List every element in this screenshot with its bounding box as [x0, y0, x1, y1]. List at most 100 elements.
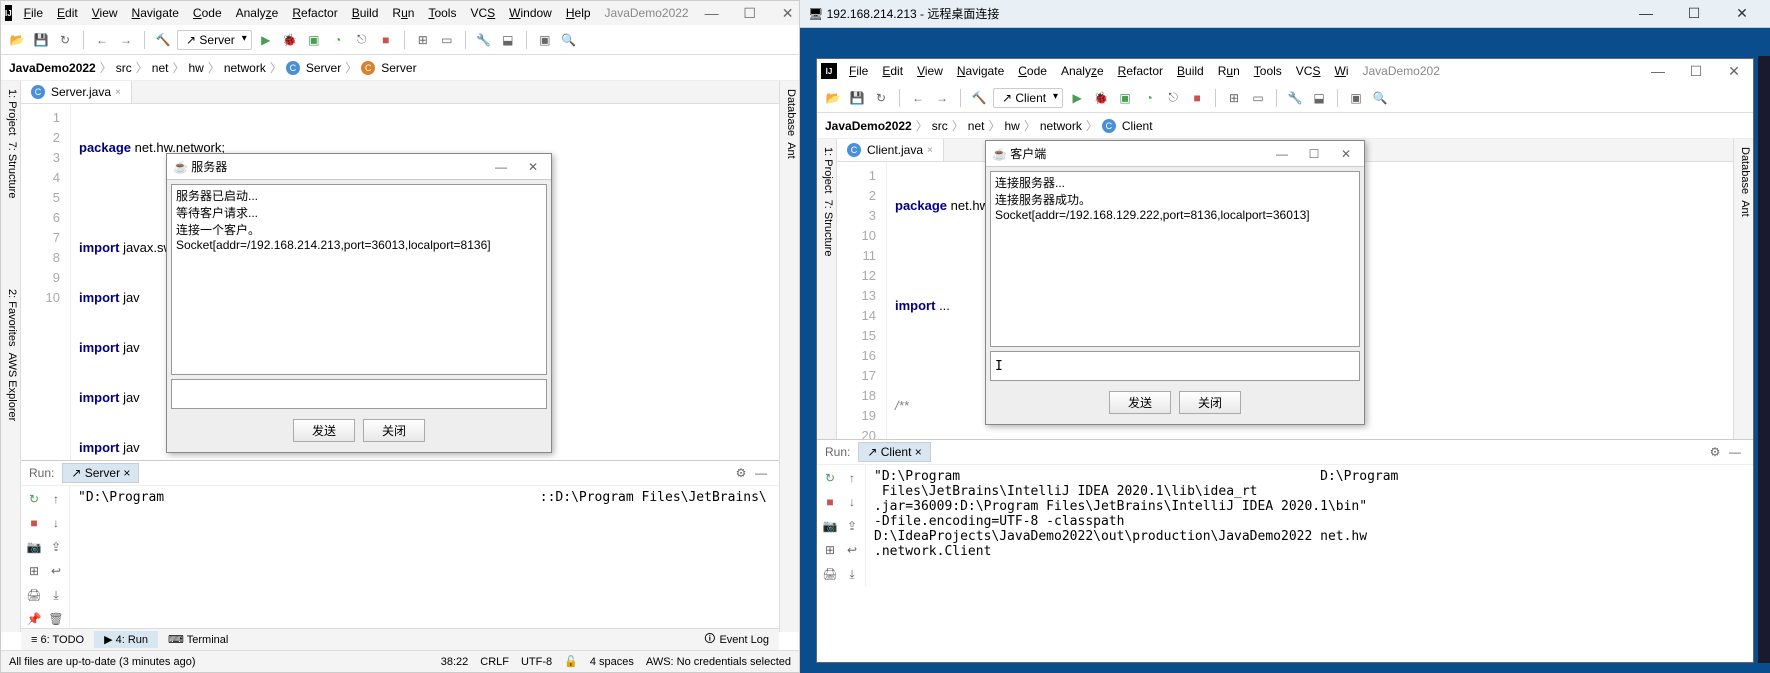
refresh-icon[interactable]: ↻ — [871, 88, 891, 108]
run-config-dropdown[interactable]: ↗ Server — [177, 30, 252, 50]
run-tab[interactable]: ↗ Server × — [62, 463, 139, 483]
export-icon[interactable]: ⇪ — [45, 536, 67, 558]
tab-terminal[interactable]: ⌨ Terminal — [158, 631, 238, 648]
menu-analyze[interactable]: Analyze — [230, 4, 285, 22]
print-icon[interactable]: 🖨 — [819, 563, 841, 585]
camera-icon[interactable]: 📷 — [819, 515, 841, 537]
structure-icon[interactable]: ⊞ — [413, 30, 433, 50]
dialog-output[interactable]: 连接服务器... 连接服务器成功。 Socket[addr=/192.168.1… — [990, 171, 1360, 347]
tab-server[interactable]: C Server.java × — [21, 81, 132, 103]
search-icon[interactable]: 🔍 — [559, 30, 579, 50]
indent[interactable]: 4 spaces — [590, 656, 634, 668]
menu-run[interactable]: Run — [386, 4, 420, 22]
menu-run[interactable]: Run — [1212, 62, 1246, 80]
crumb[interactable]: network — [1040, 119, 1082, 133]
up-icon[interactable]: ↑ — [45, 488, 67, 510]
crumb[interactable]: net — [968, 119, 985, 133]
hammer-icon[interactable]: 🔨 — [969, 88, 989, 108]
hammer-icon[interactable]: 🔨 — [153, 30, 173, 50]
save-icon[interactable]: 💾 — [847, 88, 867, 108]
search-icon[interactable]: 🔍 — [1370, 88, 1390, 108]
crumb[interactable]: hw — [1004, 119, 1019, 133]
sdk-icon[interactable]: ⬓ — [1309, 88, 1329, 108]
maximize-icon[interactable]: ☐ — [735, 5, 765, 22]
close-icon[interactable]: ✕ — [1722, 5, 1762, 22]
attach-icon[interactable]: ⎋ — [352, 30, 372, 50]
coverage-icon[interactable]: ▣ — [304, 30, 324, 50]
sdk-icon[interactable]: ⬓ — [498, 30, 518, 50]
dialog-input[interactable] — [171, 379, 547, 409]
lock-icon[interactable]: 🔓 — [564, 655, 578, 668]
stop-icon[interactable]: ■ — [819, 491, 841, 513]
menu-tools[interactable]: Tools — [1248, 62, 1288, 80]
up-icon[interactable]: ↑ — [841, 467, 863, 489]
layout-icon[interactable]: ⊞ — [23, 560, 45, 582]
close-button[interactable]: 关闭 — [363, 419, 425, 442]
dialog-input[interactable]: I — [990, 351, 1360, 381]
menu-file[interactable]: File — [843, 62, 874, 80]
sidebar-right[interactable]: Database Ant — [1733, 139, 1753, 439]
minimize-icon[interactable]: — — [697, 5, 727, 22]
run-tab[interactable]: ↗ Client × — [858, 442, 930, 462]
run-output[interactable]: "D:\Program D:\Program Files\JetBrains\I… — [866, 465, 1753, 587]
crumb-root[interactable]: JavaDemo2022 — [825, 119, 912, 133]
wrap-icon[interactable]: ↩ — [841, 539, 863, 561]
gear-icon[interactable]: ⚙ — [1705, 442, 1725, 462]
dialog-min-icon[interactable]: — — [489, 160, 513, 174]
maximize-icon[interactable]: ☐ — [1681, 63, 1711, 80]
crumb[interactable]: src — [932, 119, 948, 133]
coverage-icon[interactable]: ▣ — [1115, 88, 1135, 108]
wrench-icon[interactable]: 🔧 — [474, 30, 494, 50]
menu-help[interactable]: Help — [560, 4, 597, 22]
menu-edit[interactable]: Edit — [876, 62, 909, 80]
stop-icon[interactable]: ■ — [23, 512, 45, 534]
layout-icon[interactable]: ⊞ — [819, 539, 841, 561]
menu-navigate[interactable]: Navigate — [951, 62, 1010, 80]
menu-vcs[interactable]: VCS — [464, 4, 501, 22]
back-icon[interactable]: ← — [92, 30, 112, 50]
scroll-icon[interactable]: ⤓ — [45, 584, 67, 606]
crumb-root[interactable]: JavaDemo2022 — [9, 61, 96, 75]
rerun-icon[interactable]: ↻ — [23, 488, 45, 510]
tab-run[interactable]: ▶ 4: Run — [94, 631, 158, 648]
dialog-min-icon[interactable]: — — [1270, 147, 1294, 161]
encoding[interactable]: UTF-8 — [521, 656, 552, 668]
dialog-close-icon[interactable]: ✕ — [521, 160, 545, 174]
menu-analyze[interactable]: Analyze — [1055, 62, 1110, 80]
dialog-max-icon[interactable]: ☐ — [1302, 147, 1326, 161]
max-icon[interactable]: ☐ — [1674, 5, 1714, 22]
crumb[interactable]: Server — [381, 61, 416, 75]
menu-file[interactable]: File — [18, 4, 49, 22]
send-button[interactable]: 发送 — [293, 419, 355, 442]
export-icon[interactable]: ⇪ — [841, 515, 863, 537]
send-button[interactable]: 发送 — [1109, 391, 1171, 414]
avd-icon[interactable]: ▭ — [437, 30, 457, 50]
aws-status[interactable]: AWS: No credentials selected — [646, 656, 791, 668]
menu-window[interactable]: Wi — [1328, 62, 1354, 80]
dialog-close-icon[interactable]: ✕ — [1334, 147, 1358, 161]
wrench-icon[interactable]: 🔧 — [1285, 88, 1305, 108]
attach-icon[interactable]: ⎋ — [1163, 88, 1183, 108]
tab-close-icon[interactable]: × — [927, 145, 933, 156]
dialog-titlebar[interactable]: ☕ 服务器 —✕ — [167, 154, 551, 180]
run-output[interactable]: "D:\Program ::D:\Program Files\JetBrains… — [70, 486, 779, 632]
stop-icon[interactable]: ■ — [1187, 88, 1207, 108]
sidebar-favorites[interactable]: 2: Favorites AWS Explorer — [1, 281, 21, 481]
menu-view[interactable]: View — [911, 62, 949, 80]
menu-tools[interactable]: Tools — [422, 4, 462, 22]
forward-icon[interactable]: → — [116, 30, 136, 50]
back-icon[interactable]: ← — [908, 88, 928, 108]
refresh-icon[interactable]: ↻ — [55, 30, 75, 50]
open-icon[interactable]: 📂 — [823, 88, 843, 108]
stop-icon[interactable]: ■ — [376, 30, 396, 50]
debug-icon[interactable]: 🐞 — [280, 30, 300, 50]
menu-refactor[interactable]: Refactor — [286, 4, 343, 22]
rerun-icon[interactable]: ↻ — [819, 467, 841, 489]
hide-icon[interactable]: — — [751, 463, 771, 483]
close-button[interactable]: 关闭 — [1179, 391, 1241, 414]
crumb[interactable]: Client — [1122, 119, 1153, 133]
hide-icon[interactable]: — — [1725, 442, 1745, 462]
min-icon[interactable]: — — [1626, 5, 1666, 22]
tab-todo[interactable]: ≡ 6: TODO — [21, 632, 94, 648]
profile-icon[interactable]: ◔ — [1139, 88, 1159, 108]
